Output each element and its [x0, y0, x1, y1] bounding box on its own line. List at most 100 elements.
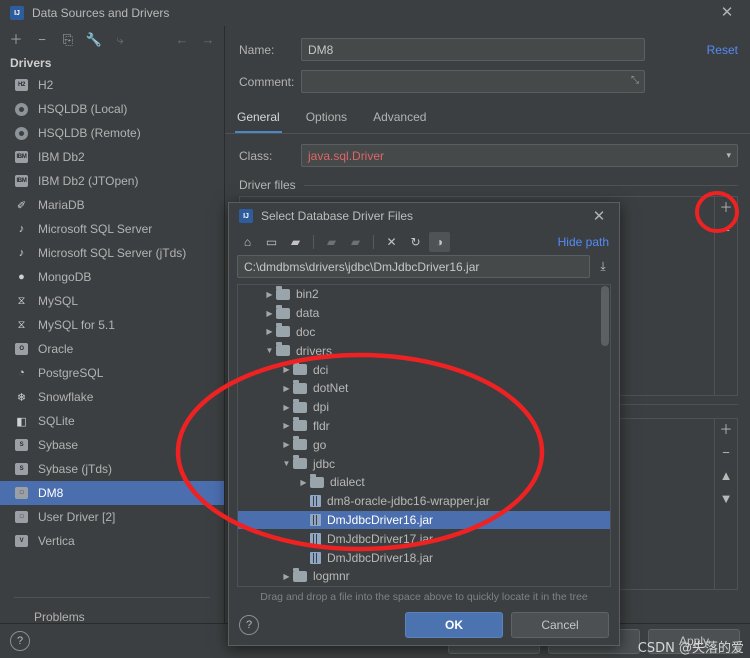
ok-button[interactable]: OK — [405, 612, 503, 638]
tree-folder-node[interactable]: ▶ go — [238, 435, 610, 454]
refresh-icon[interactable]: ↻ — [405, 232, 426, 252]
sidebar-item-oracle[interactable]: O Oracle — [0, 337, 224, 361]
sidebar-item-microsoft-sql-server[interactable]: ♪ Microsoft SQL Server — [0, 217, 224, 241]
chevron-right-icon[interactable]: ▶ — [280, 384, 293, 393]
project-folder-icon[interactable]: ▰ — [285, 232, 306, 252]
sidebar-item-hsqldb-remote[interactable]: HSQLDB (Remote) — [0, 121, 224, 145]
additional-files-add[interactable]: ＋ — [718, 423, 734, 437]
tree-node-label: jdbc — [313, 456, 336, 471]
dialog-titlebar: Select Database Driver Files ✕ — [229, 203, 619, 229]
sidebar-item-dm8[interactable]: □ DM8 — [0, 481, 224, 505]
folder-icon — [293, 436, 307, 451]
tree-scrollbar[interactable] — [601, 286, 609, 346]
sidebar-item-postgresql[interactable]: ◔ PostgreSQL — [0, 361, 224, 385]
delete-icon[interactable]: ✕ — [381, 232, 402, 252]
chevron-right-icon[interactable]: ▶ — [280, 403, 293, 412]
sidebar-item-vertica[interactable]: V Vertica — [0, 529, 224, 553]
sidebar-item-mariadb[interactable]: ✐ MariaDB — [0, 193, 224, 217]
file-tree[interactable]: ▶ bin2 ▶ data ▶ doc ▼ drivers ▶ dci ▶ dotNet ▶ dpi ▶ fl… — [237, 284, 611, 587]
sidebar-item-user-driver-2[interactable]: □ User Driver [2] — [0, 505, 224, 529]
help-icon[interactable]: ? — [239, 615, 259, 635]
jar-file-icon — [310, 551, 321, 564]
additional-files-move-up[interactable]: ▲ — [718, 469, 734, 483]
sidebar-item-snowflake[interactable]: ❄ Snowflake — [0, 385, 224, 409]
comment-input[interactable]: ⤡ — [301, 70, 645, 93]
sidebar-item-sybase[interactable]: S Sybase — [0, 433, 224, 457]
tree-folder-node[interactable]: ▶ logmnr — [238, 567, 610, 586]
chevron-right-icon[interactable]: ▶ — [280, 365, 293, 374]
help-icon[interactable]: ? — [10, 631, 30, 651]
tree-file-node[interactable]: DmJdbcDriver16.jar — [238, 510, 610, 530]
cancel-button[interactable]: Cancel — [511, 612, 609, 638]
download-icon[interactable]: ⤓ — [595, 258, 611, 276]
tree-folder-node[interactable]: ▼ drivers — [238, 341, 610, 360]
sidebar-item-hsqldb-local[interactable]: HSQLDB (Local) — [0, 97, 224, 121]
tree-folder-node[interactable]: ▶ dci — [238, 360, 610, 379]
hide-path-button[interactable]: Hide path — [558, 235, 611, 249]
sidebar-item-label: HSQLDB (Local) — [38, 102, 128, 116]
folder-icon — [276, 304, 290, 319]
tab-options[interactable]: Options — [304, 104, 349, 133]
tree-file-node[interactable]: DmJdbcDriver17.jar — [238, 529, 610, 548]
driver-files-remove[interactable]: − — [718, 224, 734, 238]
module-folder-icon[interactable]: ▰ — [321, 232, 342, 252]
additional-files-move-down[interactable]: ▼ — [718, 492, 734, 506]
copy-button[interactable]: ⎘ — [60, 31, 76, 47]
chevron-down-icon[interactable]: ▼ — [280, 459, 293, 468]
sidebar-item-mysql-for-5-1[interactable]: ⧖ MySQL for 5.1 — [0, 313, 224, 337]
wrench-button[interactable]: 🔧 — [86, 31, 102, 47]
sidebar-item-ibm-db2-jtopen[interactable]: IBM IBM Db2 (JTOpen) — [0, 169, 224, 193]
tree-folder-node[interactable]: ▶ bin2 — [238, 285, 610, 304]
chevron-down-icon[interactable]: ▼ — [263, 346, 276, 355]
chevron-right-icon[interactable]: ▶ — [263, 290, 276, 299]
driver-files-add[interactable]: ＋ — [718, 201, 734, 215]
tree-file-node[interactable]: dm8-oracle-jdbc16-wrapper.jar — [238, 492, 610, 511]
tree-folder-node[interactable]: ▼ jdbc — [238, 454, 610, 473]
sidebar-item-mongodb[interactable]: ● MongoDB — [0, 265, 224, 289]
sidebar-item-sybase-jtds[interactable]: S Sybase (jTds) — [0, 457, 224, 481]
folder-icon — [310, 473, 324, 488]
sidebar-item-h2[interactable]: H2 H2 — [0, 73, 224, 97]
show-hidden-icon[interactable]: ◑ — [429, 232, 450, 252]
desktop-icon[interactable]: ▭ — [261, 232, 282, 252]
additional-files-remove[interactable]: − — [718, 446, 734, 460]
tree-folder-node[interactable]: ▶ dialect — [238, 473, 610, 492]
chevron-right-icon[interactable]: ▶ — [263, 309, 276, 318]
import-button[interactable]: ⤷ — [112, 31, 128, 47]
back-button[interactable]: ← — [174, 31, 190, 47]
name-input[interactable]: DM8 — [301, 38, 645, 61]
tree-folder-node[interactable]: ▶ dpi — [238, 398, 610, 417]
tree-folder-node[interactable]: ▶ data — [238, 304, 610, 323]
sidebar-item-label: PostgreSQL — [38, 366, 104, 380]
close-icon[interactable]: ✕ — [718, 4, 736, 22]
expand-icon[interactable]: ⤡ — [631, 75, 639, 86]
reset-button[interactable]: Reset — [707, 43, 738, 57]
chevron-right-icon[interactable]: ▶ — [297, 478, 310, 487]
tree-folder-node[interactable]: ▶ fldr — [238, 417, 610, 436]
tree-folder-node[interactable]: ▶ dotNet — [238, 379, 610, 398]
chevron-right-icon[interactable]: ▶ — [263, 327, 276, 336]
chevron-down-icon[interactable]: ▾ — [726, 150, 731, 161]
sidebar-item-mysql[interactable]: ⧖ MySQL — [0, 289, 224, 313]
forward-button[interactable]: → — [200, 31, 216, 47]
chevron-right-icon[interactable]: ▶ — [280, 572, 293, 581]
drag-drop-hint: Drag and drop a file into the space abov… — [260, 591, 588, 603]
tree-folder-node[interactable]: ▶ doc — [238, 323, 610, 342]
remove-button[interactable]: − — [34, 31, 50, 47]
tab-general[interactable]: General — [235, 104, 282, 133]
new-folder-icon[interactable]: ▰ — [345, 232, 366, 252]
tree-node-label: dpi — [313, 400, 330, 415]
sidebar-item-microsoft-sql-server-jtds[interactable]: ♪ Microsoft SQL Server (jTds) — [0, 241, 224, 265]
tree-file-node[interactable]: DmJdbcDriver18.jar — [238, 548, 610, 567]
chevron-right-icon[interactable]: ▶ — [280, 421, 293, 430]
close-icon[interactable]: ✕ — [591, 207, 607, 225]
tab-advanced[interactable]: Advanced — [371, 104, 428, 133]
path-input[interactable]: C:\dmdbms\drivers\jdbc\DmJdbcDriver16.ja… — [237, 255, 590, 278]
sidebar-item-sqlite[interactable]: ◧ SQLite — [0, 409, 224, 433]
add-button[interactable]: ＋ — [8, 31, 24, 47]
sidebar-item-ibm-db2[interactable]: IBM IBM Db2 — [0, 145, 224, 169]
chevron-right-icon[interactable]: ▶ — [280, 440, 293, 449]
sidebar-item-label: Sybase (jTds) — [38, 462, 113, 476]
home-icon[interactable]: ⌂ — [237, 232, 258, 252]
class-combobox[interactable]: java.sql.Driver ▾ — [301, 144, 738, 167]
